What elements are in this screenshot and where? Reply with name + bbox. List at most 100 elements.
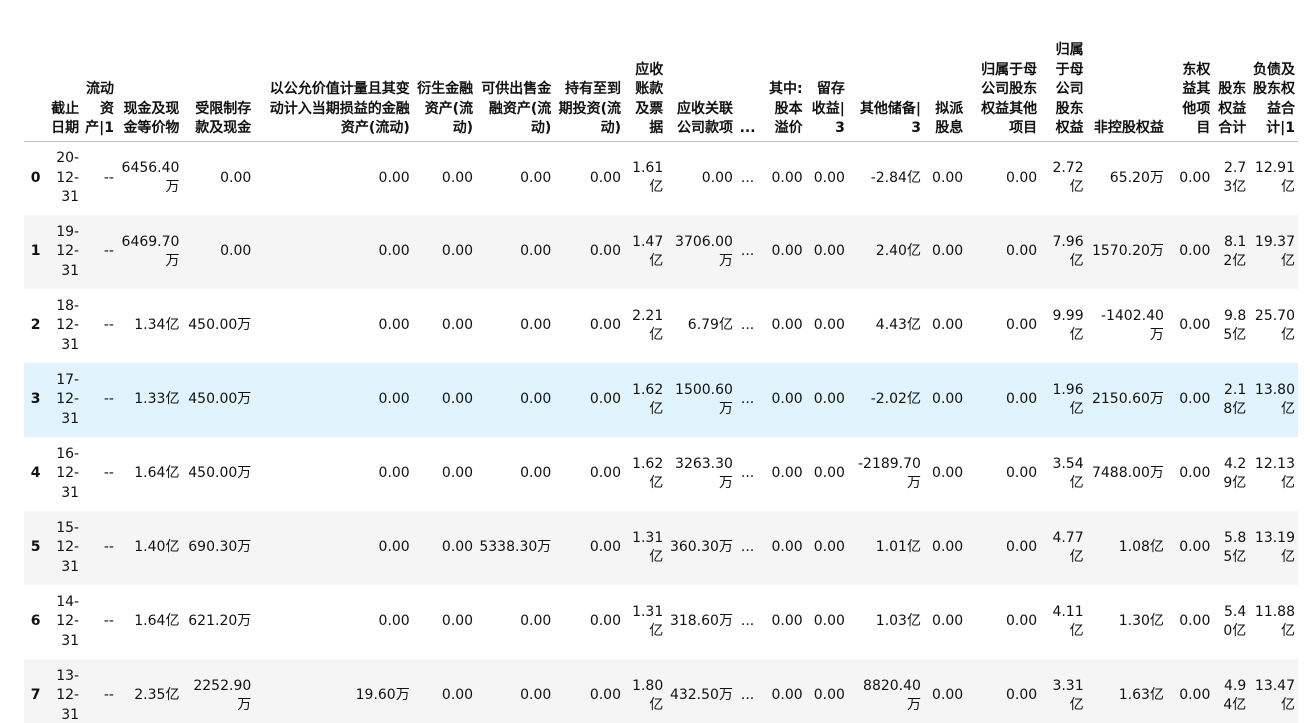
table-cell: -2189.70万: [858, 455, 921, 492]
table-cell: 0.00: [520, 169, 552, 186]
col-header-htm-investments: 持有至到期投资(流动): [554, 0, 624, 142]
table-cell: 0.00: [1179, 391, 1211, 408]
table-cell: 1.31亿: [632, 529, 664, 566]
table-cell: 13.19亿: [1254, 529, 1295, 566]
table-cell: 0.00: [520, 687, 552, 704]
table-cell: 0.00: [771, 613, 803, 630]
table-cell: 0.00: [771, 687, 803, 704]
table-cell: 0.00: [1179, 613, 1211, 630]
table-cell: 0.00: [932, 613, 964, 630]
table-cell: 0.00: [1179, 169, 1211, 186]
table-cell: 19-12-31: [56, 223, 80, 279]
table-cell: 0.00: [589, 317, 621, 334]
table-cell: 1.30亿: [1118, 613, 1164, 630]
table-cell: --: [103, 317, 114, 334]
table-cell: 2252.90万: [193, 677, 252, 714]
table-cell: 621.20万: [188, 613, 252, 630]
table-cell: 14-12-31: [56, 593, 80, 649]
table-cell: 19.60万: [355, 687, 410, 704]
table-cell: 0.00: [932, 317, 964, 334]
table-cell: 0.00: [1005, 465, 1038, 482]
table-cell: 2.35亿: [134, 687, 180, 704]
table-cell: 0.00: [441, 539, 474, 556]
table-cell: 0.00: [1179, 539, 1211, 556]
table-cell: 7488.00万: [1091, 465, 1164, 482]
table-cell: 2.72亿: [1052, 159, 1084, 196]
table-cell: 1.08亿: [1118, 539, 1164, 556]
table-cell: 0.00: [378, 465, 410, 482]
row-index: 2: [30, 317, 41, 334]
table-cell: 0.00: [378, 169, 410, 186]
table-cell: --: [103, 539, 114, 556]
table-cell: 0.00: [1005, 391, 1038, 408]
table-cell: 7.96亿: [1052, 233, 1084, 270]
table-cell: 1.62亿: [632, 381, 664, 418]
row-index: 1: [30, 243, 41, 260]
table-cell: ...: [740, 169, 755, 186]
table-cell: 1.47亿: [632, 233, 664, 270]
table-cell: 1.40亿: [134, 539, 180, 556]
table-cell: 0.00: [813, 539, 845, 556]
table-body: 0 20-12-31 -- 6456.40万 0.00 0.00 0.00 0.00 0.00 1…: [24, 141, 1298, 723]
col-header-derivative-assets: 衍生金融资产(流动): [412, 0, 477, 142]
table-cell: 360.30万: [669, 539, 733, 556]
table-cell: 2.40亿: [875, 243, 921, 260]
table-cell: 0.00: [378, 317, 410, 334]
table-row: 4 16-12-31 -- 1.64亿 450.00万 0.00 0.00 0.00 0.00 1…: [24, 437, 1298, 511]
table-cell: 4.29亿: [1223, 455, 1247, 492]
table-cell: 0.00: [520, 243, 552, 260]
table-cell: 12.91亿: [1254, 159, 1295, 196]
table-cell: 0.00: [1005, 243, 1038, 260]
table-cell: 1.80亿: [632, 677, 664, 714]
table-cell: 9.85亿: [1223, 307, 1247, 344]
table-cell: 0.00: [589, 539, 621, 556]
table-row: 1 19-12-31 -- 6469.70万 0.00 0.00 0.00 0.00 0.00 1…: [24, 215, 1298, 289]
table-cell: 690.30万: [188, 539, 252, 556]
table-cell: 0.00: [771, 317, 803, 334]
table-cell: 0.00: [520, 613, 552, 630]
table-cell: 0.00: [378, 243, 410, 260]
table-cell: 65.20万: [1109, 169, 1164, 186]
table-cell: 1.96亿: [1052, 381, 1084, 418]
table-cell: 0.00: [932, 391, 964, 408]
table-cell: 0.00: [1005, 317, 1038, 334]
table-cell: --: [103, 169, 114, 186]
table-cell: ...: [740, 317, 755, 334]
table-cell: 432.50万: [669, 687, 733, 704]
table-cell: 1.63亿: [1118, 687, 1164, 704]
table-cell: -2.02亿: [870, 391, 921, 408]
table-cell: 8.12亿: [1223, 233, 1247, 270]
table-cell: 0.00: [441, 687, 474, 704]
table-cell: -1402.40万: [1100, 307, 1164, 344]
table-cell: --: [103, 465, 114, 482]
table-cell: 0.00: [589, 391, 621, 408]
col-header-parent-equity-other: 归属于母公司股东权益其他项目: [966, 0, 1041, 142]
table-cell: 12.13亿: [1254, 455, 1295, 492]
table-cell: 0.00: [220, 243, 252, 260]
table-cell: 4.43亿: [875, 317, 921, 334]
table-cell: 20-12-31: [56, 150, 80, 205]
table-cell: 4.11亿: [1052, 603, 1084, 640]
table-cell: 4.94亿: [1223, 677, 1247, 714]
col-header-restricted-cash: 受限制存款及现金: [182, 0, 255, 142]
table-cell: 2.21亿: [632, 307, 664, 344]
table-cell: 13.80亿: [1254, 381, 1295, 418]
header-row: 截止日期 流动资产|1 现金及现金等价物 受限制存款及现金 以公允价值计量且其变…: [24, 0, 1298, 142]
table-cell: 0.00: [589, 687, 621, 704]
table-cell: 0.00: [932, 539, 964, 556]
col-header-parent-equity: 归属于母公司股东权益: [1040, 0, 1087, 142]
balance-sheet-table: 截止日期 流动资产|1 现金及现金等价物 受限制存款及现金 以公允价值计量且其变…: [24, 0, 1298, 723]
col-header-afs-assets: 可供出售金融资产(流动): [476, 0, 555, 142]
table-cell: 3.31亿: [1052, 677, 1084, 714]
dataframe-output: 截止日期 流动资产|1 现金及现金等价物 受限制存款及现金 以公允价值计量且其变…: [0, 0, 1310, 723]
table-cell: 0.00: [771, 539, 803, 556]
table-cell: 18-12-31: [56, 297, 80, 353]
table-cell: --: [103, 613, 114, 630]
table-cell: 1570.20万: [1091, 243, 1164, 260]
table-cell: 0.00: [441, 169, 474, 186]
table-cell: 1.03亿: [875, 613, 921, 630]
table-cell: 0.00: [589, 243, 621, 260]
table-cell: 2150.60万: [1091, 391, 1164, 408]
table-cell: 11.88亿: [1254, 603, 1295, 640]
table-cell: 13-12-31: [56, 667, 80, 723]
